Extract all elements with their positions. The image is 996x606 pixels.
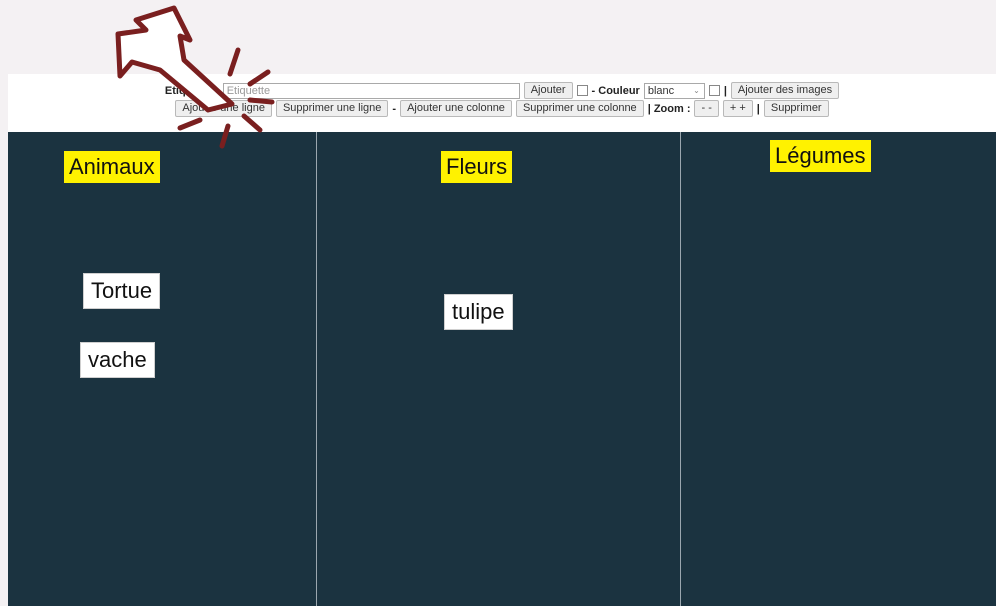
toolbar: Etiquette : Etiquette Ajouter - Couleur … — [8, 74, 996, 132]
add-row-button[interactable]: Ajouter une ligne — [175, 100, 272, 117]
checkbox-1[interactable] — [576, 85, 588, 96]
checkbox-2[interactable] — [708, 85, 720, 96]
pipe-separator: | — [756, 102, 760, 115]
board: Animaux Fleurs Légumes Tortue vache tuli… — [8, 132, 996, 606]
toolbar-row-2: Ajouter une ligne Supprimer une ligne - … — [8, 100, 996, 117]
column-title-legumes[interactable]: Légumes — [770, 140, 871, 172]
color-select[interactable]: blanc ⌄ — [643, 82, 705, 99]
etiquette-input[interactable]: Etiquette — [222, 82, 520, 99]
zoom-in-button[interactable]: + + — [722, 100, 753, 117]
chevron-down-icon: ⌄ — [693, 85, 700, 95]
dash-separator: - — [392, 102, 397, 115]
column-divider — [680, 132, 681, 606]
column-divider — [316, 132, 317, 606]
add-images-button[interactable]: Ajouter des images — [730, 82, 840, 99]
tag-vache[interactable]: vache — [80, 342, 155, 378]
color-label: - Couleur — [591, 84, 640, 97]
column-title-fleurs[interactable]: Fleurs — [441, 151, 513, 183]
tag-tortue[interactable]: Tortue — [83, 273, 161, 309]
toolbar-row-1: Etiquette : Etiquette Ajouter - Couleur … — [8, 82, 996, 99]
column-title-animaux[interactable]: Animaux — [64, 151, 160, 183]
etiquette-label: Etiquette : — [164, 84, 219, 97]
delete-column-button[interactable]: Supprimer une colonne — [515, 100, 644, 117]
tag-tulipe[interactable]: tulipe — [444, 294, 513, 330]
zoom-out-button[interactable]: - - — [694, 100, 719, 117]
separator: | — [723, 84, 727, 97]
delete-row-button[interactable]: Supprimer une ligne — [275, 100, 389, 117]
delete-button[interactable]: Supprimer — [763, 100, 829, 117]
zoom-label: | Zoom : — [647, 102, 691, 115]
color-select-value: blanc — [647, 84, 675, 97]
add-button[interactable]: Ajouter — [523, 82, 573, 99]
add-column-button[interactable]: Ajouter une colonne — [400, 100, 512, 117]
